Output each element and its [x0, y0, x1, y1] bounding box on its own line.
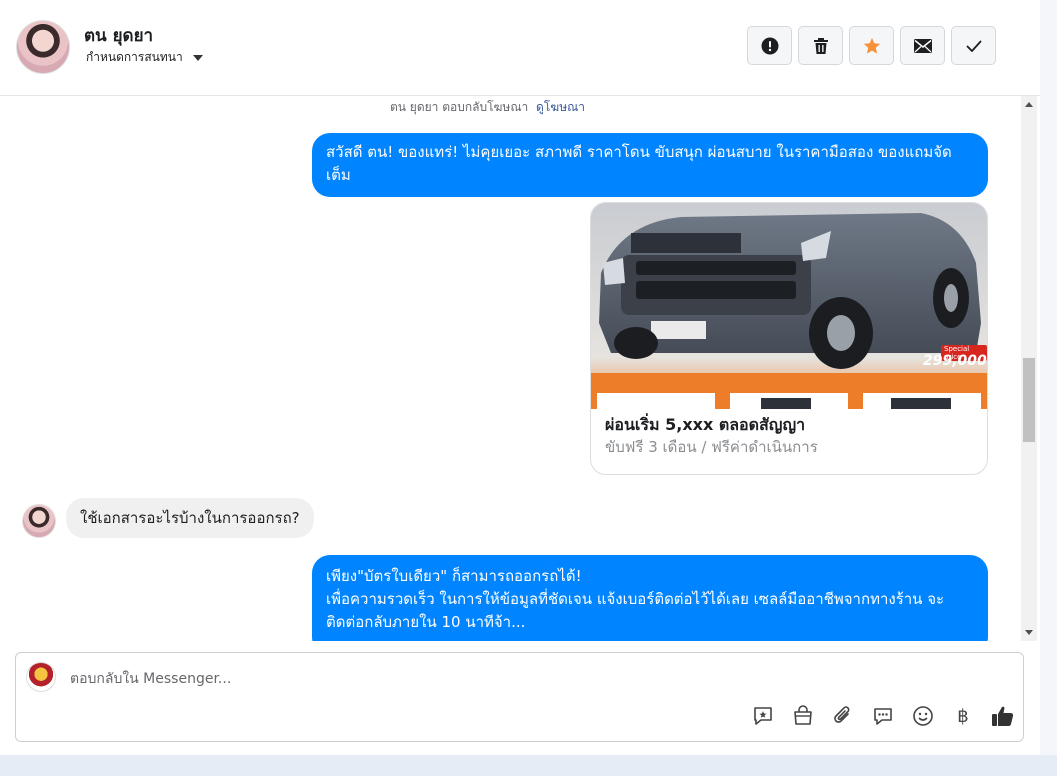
saved-reply-button[interactable]	[870, 703, 896, 729]
conversation-panel: ตน ยุดยา กำหนดการสนทนา ตน ยุดยา ตอบกลับโ…	[0, 0, 1041, 755]
message-text: สวัสดี ตน! ของแทร่! ไม่คุยเยอะ สภาพดี รา…	[326, 143, 952, 184]
quick-reply-icon	[754, 707, 772, 725]
star-icon	[863, 37, 880, 54]
header-actions	[747, 26, 996, 65]
view-ad-link[interactable]: ดูโฆษณา	[536, 100, 585, 114]
caret-down-icon	[192, 54, 203, 61]
mark-unread-button[interactable]	[900, 26, 945, 65]
ad-reply-text: ตน ยุดยา ตอบกลับโฆษณา	[390, 100, 529, 114]
mark-done-button[interactable]	[951, 26, 996, 65]
trash-icon	[813, 37, 828, 54]
follow-up-star-button[interactable]	[849, 26, 894, 65]
window-bottom-edge	[0, 755, 1057, 776]
price-tag: 299,000.-	[923, 353, 987, 369]
assign-label: กำหนดการสนทนา	[86, 50, 183, 64]
page-avatar	[26, 662, 56, 692]
message-line-2: เพื่อความรวดเร็ว ในการให้ข้อมูลที่ชัดเจน…	[326, 590, 945, 631]
delete-button[interactable]	[798, 26, 843, 65]
mark-spam-button[interactable]	[747, 26, 792, 65]
like-button[interactable]	[990, 703, 1016, 729]
baht-icon: ฿	[957, 705, 969, 727]
assign-conversation-dropdown[interactable]: กำหนดการสนทนา	[86, 48, 203, 67]
promo-car-image	[591, 203, 987, 409]
scroll-down-arrow-icon[interactable]	[1025, 630, 1033, 635]
reply-composer: ฿	[15, 652, 1024, 742]
window-right-edge	[1040, 0, 1057, 755]
outgoing-message-info: เพียง"บัตรใบเดียว" ก็สามารถออกรถได้! เพื…	[312, 555, 988, 641]
contact-avatar[interactable]	[16, 20, 70, 74]
scroll-up-arrow-icon[interactable]	[1025, 102, 1033, 107]
alert-icon	[761, 37, 778, 54]
shop-button[interactable]	[790, 703, 816, 729]
attach-file-button[interactable]	[830, 703, 856, 729]
promo-card-subtitle: ขับฟรี 3 เดือน / ฟรีค่าดำเนินการ	[605, 438, 818, 456]
reply-input[interactable]	[68, 667, 972, 691]
saved-reply-icon	[874, 708, 892, 725]
incoming-message: ใช้เอกสารอะไรบ้างในการออกรถ?	[66, 498, 314, 538]
composer-toolbar: ฿	[750, 703, 1016, 729]
payment-button[interactable]: ฿	[950, 703, 976, 729]
attachment-icon	[834, 706, 850, 723]
check-icon	[965, 39, 982, 52]
emoji-icon	[913, 706, 933, 726]
message-scrollbar[interactable]	[1021, 96, 1037, 641]
contact-avatar-small	[22, 504, 56, 538]
contact-name[interactable]: ตน ยุดยา	[84, 22, 153, 49]
message-list[interactable]: ตน ยุดยา ตอบกลับโฆษณา ดูโฆษณา สวัสดี ตน!…	[0, 96, 1021, 641]
ad-reply-notice: ตน ยุดยา ตอบกลับโฆษณา ดูโฆษณา	[390, 98, 585, 117]
message-line-1: เพียง"บัตรใบเดียว" ก็สามารถออกรถได้!	[326, 567, 582, 585]
shop-bag-icon	[794, 705, 812, 725]
emoji-button[interactable]	[910, 703, 936, 729]
outgoing-message-greeting: สวัสดี ตน! ของแทร่! ไม่คุยเยอะ สภาพดี รา…	[312, 133, 988, 197]
promo-card[interactable]: Special price 299,000.- ผ่อนเริ่ม 5,xxx …	[590, 202, 988, 475]
scrollbar-thumb[interactable]	[1023, 358, 1035, 442]
mail-icon	[913, 38, 932, 53]
quick-reply-button[interactable]	[750, 703, 776, 729]
message-text: ใช้เอกสารอะไรบ้างในการออกรถ?	[80, 509, 300, 527]
thumbs-up-icon	[992, 706, 1014, 726]
conversation-header: ตน ยุดยา กำหนดการสนทนา	[0, 0, 1040, 96]
